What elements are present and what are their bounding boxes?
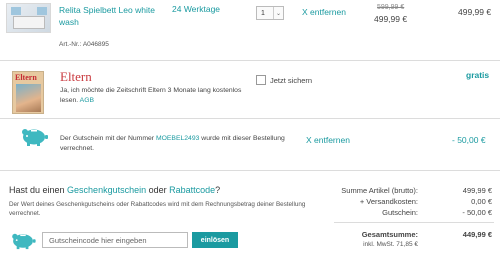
shipping-label: + Versandkosten: bbox=[359, 197, 418, 206]
magazine-checkbox[interactable] bbox=[256, 75, 266, 85]
chevron-down-icon: ⌄ bbox=[273, 7, 283, 19]
subtotal-value: 499,99 € bbox=[462, 186, 492, 195]
voucher-label: Gutschein: bbox=[382, 208, 418, 217]
discount-code-link[interactable]: Rabattcode bbox=[169, 185, 215, 195]
magazine-checkbox-label[interactable]: Jetzt sichern bbox=[270, 76, 312, 85]
delivery-time: 24 Werktage bbox=[172, 4, 221, 14]
product-name-link[interactable]: Relita Spielbett Leo white wash bbox=[59, 4, 159, 28]
gift-voucher-link[interactable]: Geschenkgutschein bbox=[67, 185, 146, 195]
voucher-code: MOEBEL2493 bbox=[155, 135, 200, 142]
row-divider bbox=[0, 170, 500, 171]
voucher-question-prefix: Hast du einen bbox=[9, 185, 68, 195]
article-number: Art.-Nr.: A046895 bbox=[59, 41, 109, 48]
summary-divider bbox=[334, 222, 494, 223]
row-total-price: 499,99 € bbox=[458, 7, 492, 17]
voucher-code-input[interactable] bbox=[42, 232, 188, 248]
subtotal-label: Summe Artikel (brutto): bbox=[341, 186, 418, 195]
remove-voucher-button[interactable]: X entfernen bbox=[306, 135, 350, 145]
piggy-bank-icon bbox=[12, 233, 36, 250]
product-thumbnail[interactable] bbox=[6, 3, 51, 33]
voucher-text-before: Der Gutschein mit der Nummer bbox=[60, 135, 156, 142]
row-divider bbox=[0, 60, 500, 61]
voucher-discount: - 50,00 € bbox=[452, 135, 486, 145]
old-price: 599,99 € bbox=[377, 4, 405, 11]
voucher-description: Der Wert deines Geschenkgutscheins oder … bbox=[9, 201, 306, 217]
voucher-question: Hast du einen Geschenkgutschein oder Rab… bbox=[9, 185, 220, 195]
magazine-cover-title: Eltern bbox=[15, 73, 37, 82]
redeem-voucher-button[interactable]: einlösen bbox=[192, 232, 238, 248]
piggy-bank-icon bbox=[22, 129, 48, 146]
magazine-price: gratis bbox=[466, 70, 490, 80]
quantity-value: 1 bbox=[261, 9, 265, 17]
voucher-question-suffix: ? bbox=[215, 185, 221, 195]
agb-link[interactable]: AGB bbox=[80, 97, 94, 104]
vat-note: inkl. MwSt. 71,85 € bbox=[363, 241, 418, 248]
unit-price: 499,99 € bbox=[374, 14, 408, 24]
magazine-title: Eltern bbox=[60, 69, 92, 84]
total-value: 449,99 € bbox=[462, 230, 492, 239]
voucher-value: - 50,00 € bbox=[462, 208, 492, 217]
quantity-select[interactable]: 1 ⌄ bbox=[256, 6, 284, 20]
shipping-value: 0,00 € bbox=[471, 197, 492, 206]
remove-item-button[interactable]: X entfernen bbox=[302, 7, 346, 17]
voucher-question-mid: oder bbox=[146, 185, 170, 195]
magazine-cover: Eltern bbox=[12, 71, 44, 114]
applied-voucher-text: Der Gutschein mit der Nummer MOEBEL2493 … bbox=[60, 134, 300, 154]
magazine-offer-text: Ja, ich möchte die Zeitschrift Eltern 3 … bbox=[60, 86, 250, 106]
row-divider bbox=[0, 118, 500, 119]
total-label: Gesamtsumme: bbox=[361, 230, 418, 239]
